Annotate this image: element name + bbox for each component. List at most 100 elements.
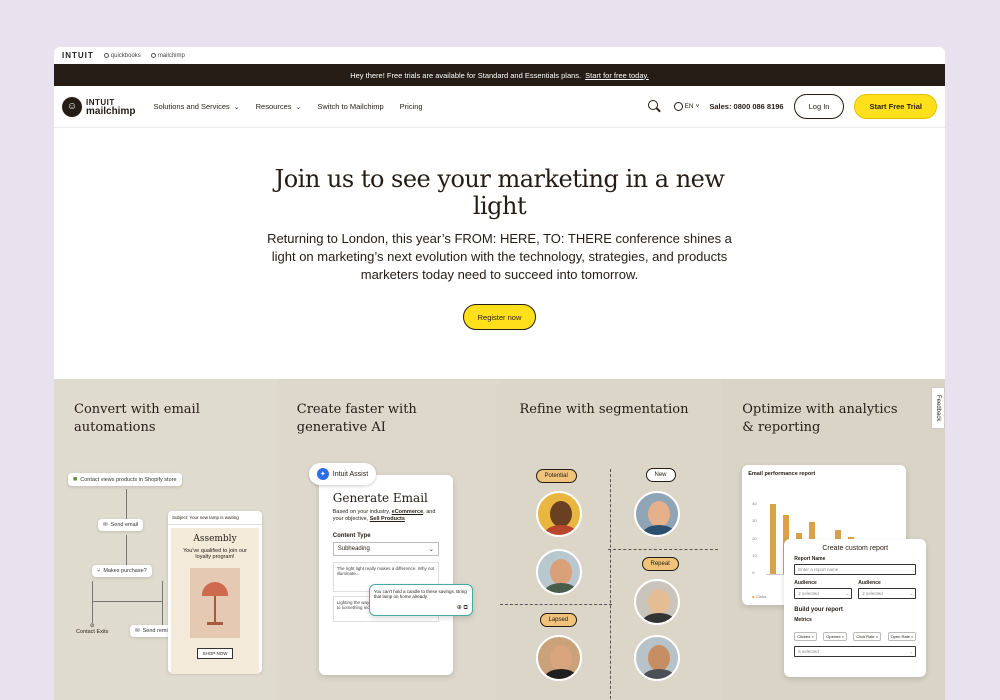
shopify-trigger-card: ■ Contact views products in Shopify store (68, 473, 182, 486)
audience2-label: Audience (858, 580, 881, 586)
flow-line (162, 581, 163, 625)
nav-resources[interactable]: Resources ⌄ (256, 102, 302, 111)
metric-chip-label: Clicked (797, 634, 811, 639)
nav-solutions[interactable]: Solutions and Services ⌄ (153, 102, 239, 111)
customer-avatar (633, 579, 680, 625)
logo-mailchimp: mailchimp (86, 105, 136, 117)
send-email-card: ✉ Send email (98, 519, 144, 531)
quickbooks-link[interactable]: quickbooks (103, 52, 141, 59)
shopify-label: Contact views products in Shopify store (80, 476, 177, 483)
chevron-down-icon: ⌄ (845, 590, 850, 596)
objective-link[interactable]: Sell Products (370, 516, 405, 522)
audience-select[interactable]: 2 selected ⌄ (794, 588, 853, 599)
suggestion-option-2[interactable]: You can't hold a candle to these savings… (368, 584, 473, 616)
y-tick: 20 (752, 535, 757, 541)
metric-chip[interactable]: Clicked × (794, 632, 817, 641)
sparkle-icon: ✦ (316, 468, 329, 480)
mail-icon: ✉ (103, 522, 108, 528)
quickbooks-label: quickbooks (110, 52, 141, 59)
feedback-tab[interactable]: Feedback (931, 387, 945, 429)
search-icon[interactable] (646, 98, 664, 116)
metric-chip[interactable]: Click Rate × (853, 632, 882, 641)
intuit-brand-strip: INTUIT quickbooks mailchimp (54, 47, 945, 64)
hero-body: Returning to London, this year’s FROM: H… (267, 231, 732, 282)
metrics-select[interactable]: 6 selected ⌄ (794, 646, 917, 657)
suggestion-option-2-text: You can't hold a candle to these savings… (373, 589, 467, 599)
chevron-down-icon: ⌄ (233, 103, 240, 111)
intuit-assist-badge: ✦ Intuit Assist (308, 463, 377, 485)
nav-switch-label: Switch to Mailchimp (317, 102, 384, 111)
chevron-down-icon: ⌄ (428, 546, 434, 553)
build-report-label: Build your report (794, 607, 843, 613)
y-axis-labels: 40 30 20 10 0 (752, 501, 756, 575)
report-title: Email performance report (748, 471, 816, 477)
main-nav: ☺ INTUIT mailchimp Solutions and Service… (54, 86, 945, 128)
mailchimp-logo[interactable]: ☺ INTUIT mailchimp (62, 96, 136, 117)
quickbooks-icon (103, 53, 109, 58)
promo-banner: Hey there! Free trials are available for… (54, 64, 945, 86)
start-trial-button[interactable]: Start Free Trial (854, 94, 937, 119)
lamp-image (190, 568, 240, 638)
new-badge: New (645, 468, 676, 482)
industry-link[interactable]: eCommerce (392, 509, 424, 515)
email-preview: Subject: Your new lamp is waiting Assemb… (168, 511, 262, 674)
custom-report-title: Create custom report (822, 545, 889, 552)
hero-title: Join us to see your marketing in a new l… (274, 165, 725, 220)
chevron-down-icon: ˅ (695, 103, 700, 110)
customer-avatar (535, 491, 582, 537)
nav-pricing-label: Pricing (399, 102, 423, 111)
y-tick: 10 (752, 552, 757, 558)
language-selector[interactable]: EN ˅ (673, 102, 700, 111)
nav-solutions-label: Solutions and Services (153, 102, 230, 111)
features-section: Convert with email automations ■ Contact … (54, 379, 945, 700)
segment-divider (499, 604, 612, 605)
login-button[interactable]: Log In (793, 94, 845, 119)
lapsed-badge: Lapsed (539, 613, 578, 627)
flow-line (126, 535, 127, 565)
banner-link[interactable]: Start for free today. (585, 71, 649, 80)
nav-pricing[interactable]: Pricing (400, 102, 423, 111)
intuit-assist-label: Intuit Assist (332, 470, 369, 478)
flow-line (126, 489, 127, 519)
copy-icon[interactable]: ⊕ ⧉ (457, 604, 468, 612)
freddie-icon: ☺ (62, 96, 82, 117)
feature-title: Create faster with generative AI (296, 402, 417, 435)
metric-chip[interactable]: Opened × (823, 632, 847, 641)
register-button[interactable]: Register now (462, 304, 537, 330)
feature-automations: Convert with email automations ■ Contact … (54, 379, 277, 700)
flow-line (92, 581, 93, 623)
y-tick: 0 (752, 570, 755, 575)
legend-label: Clicks (755, 594, 767, 599)
content-type-label: Content Type (332, 533, 371, 539)
chart-legend: ■ Clicks (752, 594, 766, 599)
content-type-select[interactable]: Subheading ⌄ (332, 542, 439, 556)
mailchimp-label: mailchimp (157, 52, 185, 59)
hero-section: Join us to see your marketing in a new l… (54, 128, 945, 358)
feature-segmentation: Refine with segmentation Potential New R… (499, 379, 723, 700)
description-prefix: Based on your industry, (332, 509, 391, 515)
sales-phone[interactable]: Sales: 0800 086 8196 (709, 102, 783, 111)
nav-switch[interactable]: Switch to Mailchimp (317, 102, 383, 111)
metric-chip[interactable]: Open Rate × (887, 632, 917, 641)
metrics-chips: Clicked × Opened × Click Rate × Open Rat… (794, 625, 917, 643)
content-type-value: Subheading (337, 546, 370, 552)
contact-exits: ⊘ Contact Exits (76, 623, 108, 635)
generate-email-title: Generate Email (332, 491, 428, 505)
metric-chip-label: Opened (826, 634, 841, 639)
contact-exits-label: Contact Exits (76, 629, 109, 635)
purchase-decision-card: ⑂ Makes purchase? (92, 565, 152, 577)
feature-analytics: Optimize with analytics & reporting Emai… (722, 379, 945, 700)
chevron-down-icon: ⌄ (909, 590, 914, 596)
generate-email-panel: Generate Email Based on your industry, e… (318, 475, 453, 675)
feature-generative-ai: Create faster with generative AI ✦ Intui… (276, 379, 500, 700)
audience2-select[interactable]: 2 selected ⌄ (858, 588, 917, 599)
mailchimp-link[interactable]: mailchimp (150, 52, 185, 59)
intuit-link[interactable]: INTUIT (62, 51, 94, 60)
metrics-value: 6 selected (798, 649, 819, 654)
chevron-down-icon: ⌄ (909, 648, 914, 654)
report-name-input[interactable]: Enter a report name (794, 564, 917, 575)
metric-chip-label: Open Rate (890, 634, 910, 639)
feature-title: Refine with segmentation (519, 402, 689, 417)
browser-frame: INTUIT quickbooks mailchimp Hey there! F… (54, 47, 945, 700)
send-email-label: Send email (110, 522, 139, 528)
